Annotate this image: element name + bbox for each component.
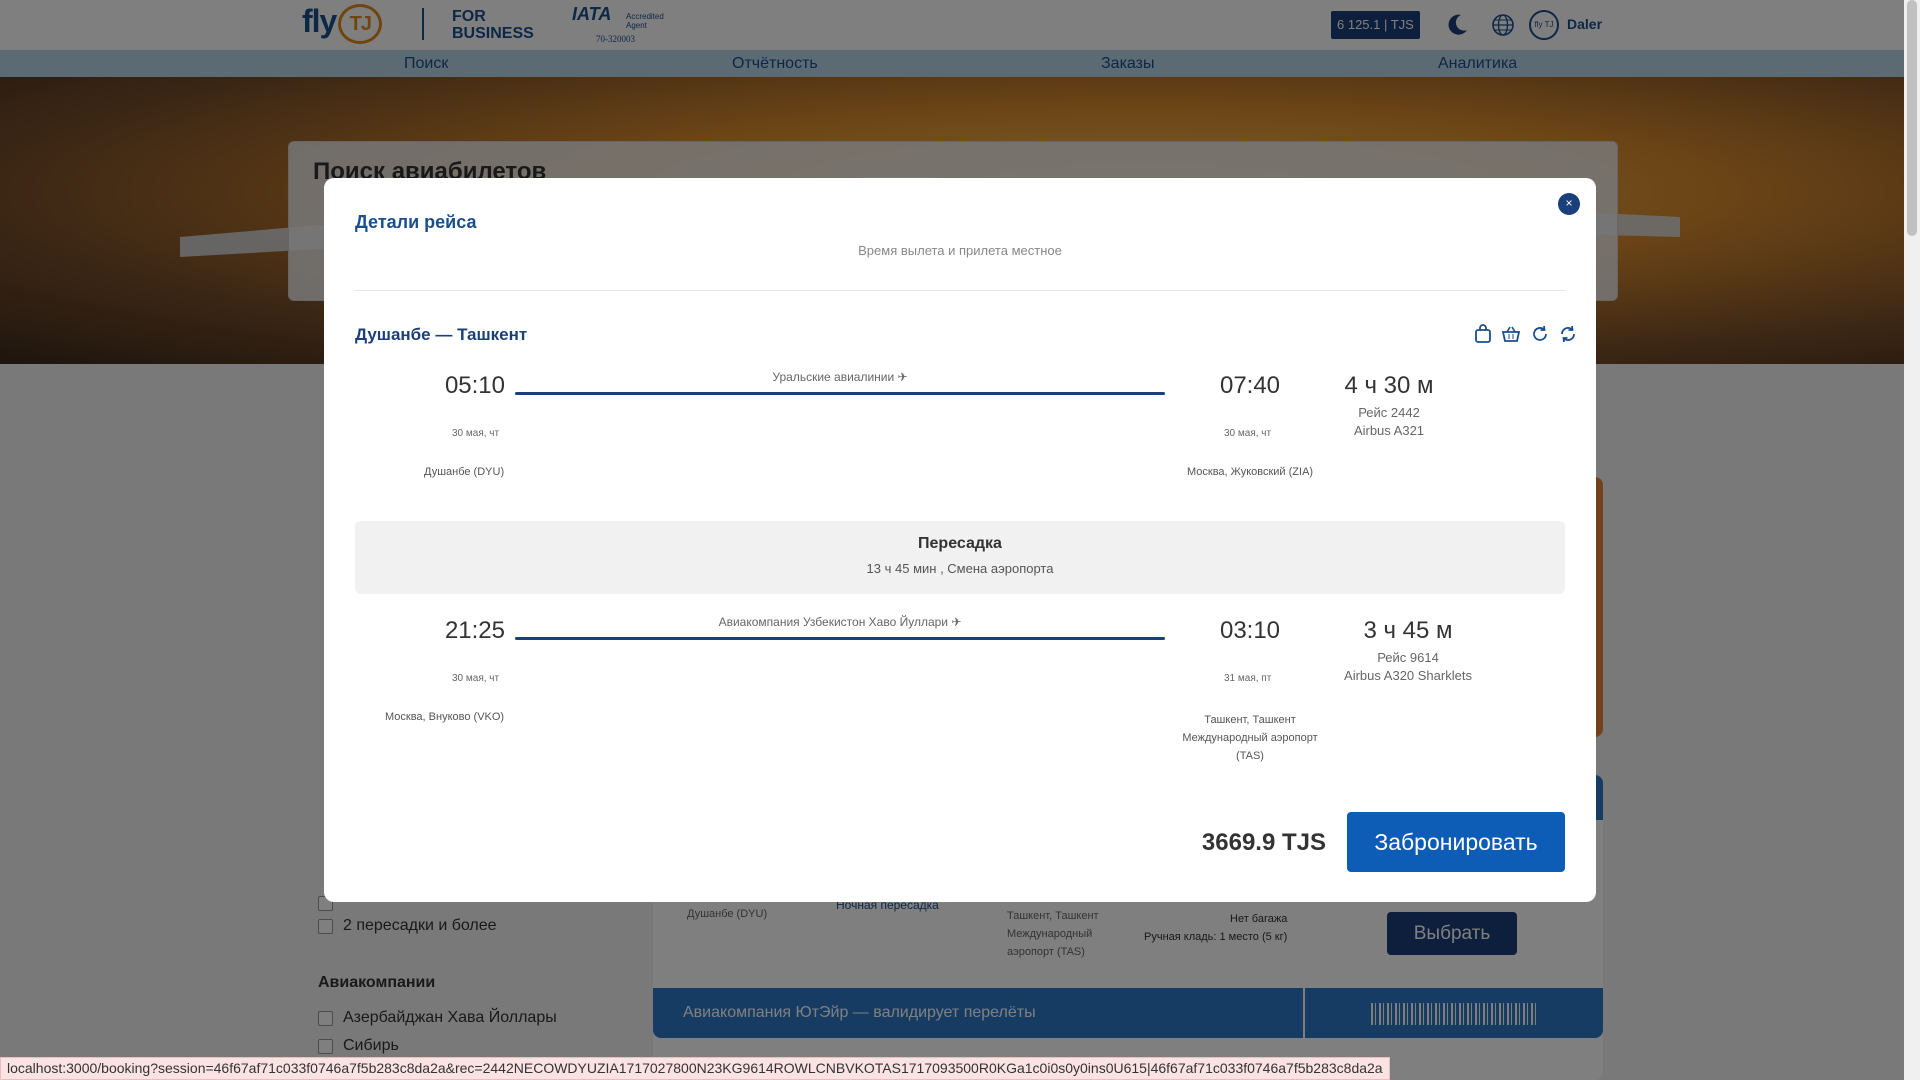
seg2-arr-airport: Ташкент, Ташкент Международный аэропорт … <box>1170 711 1330 765</box>
close-icon[interactable]: × <box>1558 193 1580 215</box>
transfer-details: 13 ч 45 мин , Смена аэропорта <box>866 561 1054 576</box>
seg2-arr-date: 31 мая, пт <box>1224 673 1272 684</box>
total-price: 3669.9 TJS <box>1201 829 1326 856</box>
seg1-dep-airport: Душанбе (DYU) <box>424 466 505 478</box>
seg1-flight-info: Рейс 2442 Airbus A321 <box>1299 404 1479 440</box>
seg2-arr-airport-line1: Ташкент, Ташкент <box>1204 714 1296 726</box>
seg1-airline: Уральские авиалинии ✈ <box>515 370 1165 384</box>
seg1-arr-airport: Москва, Жуковский (ZIA) <box>1187 466 1314 478</box>
bag-icon <box>1475 324 1491 343</box>
transfer-box: Пересадка 13 ч 45 мин , Смена аэропорта <box>355 521 1565 594</box>
seg1-airline-name: Уральские авиалинии <box>772 370 895 384</box>
seg2-flight-number: Рейс 9614 <box>1377 650 1439 665</box>
status-bar-url: localhost:3000/booking?session=46f67af71… <box>0 1057 1390 1080</box>
seg2-dep-date: 30 мая, чт <box>452 673 500 684</box>
modal-title: Детали рейса <box>355 212 477 232</box>
divider <box>355 290 1565 291</box>
seg1-arr-date: 30 мая, чт <box>1224 428 1272 439</box>
refresh-icon <box>1533 325 1547 341</box>
seg2-arr-time: 03:10 <box>1219 617 1281 644</box>
seg2-duration: 3 ч 45 м <box>1363 617 1453 644</box>
seg1-dep-time: 05:10 <box>444 372 505 399</box>
seg2-dep-time: 21:25 <box>444 617 505 644</box>
exchange-icon <box>1561 325 1576 343</box>
seg1-arr-time: 07:40 <box>1219 372 1281 399</box>
seg1-aircraft: Airbus A321 <box>1353 423 1425 438</box>
book-button[interactable]: Забронировать <box>1347 812 1565 872</box>
plane-icon: ✈ <box>897 370 908 384</box>
route-icons <box>1473 324 1578 346</box>
seg1-line <box>515 392 1165 395</box>
seg1-duration: 4 ч 30 м <box>1344 372 1434 399</box>
transfer-title: Пересадка <box>918 535 1002 552</box>
route-title: Душанбе — Ташкент <box>355 325 528 344</box>
seg2-airline: Авиакомпания Узбекистон Хаво Йуллари ✈ <box>515 615 1165 629</box>
seg1-flight-number: Рейс 2442 <box>1358 405 1420 420</box>
seg1-dep-date: 30 мая, чт <box>452 428 500 439</box>
basket-icon <box>1502 326 1521 342</box>
scrollbar-thumb[interactable] <box>1907 0 1917 236</box>
seg2-airline-name: Авиакомпания Узбекистон Хаво Йуллари <box>718 615 948 629</box>
seg2-line <box>515 637 1165 640</box>
seg2-arr-airport-line3: (TAS) <box>1236 750 1264 762</box>
seg2-dep-airport: Москва, Внуково (VKO) <box>385 711 505 723</box>
seg2-flight-info: Рейс 9614 Airbus A320 Sharklets <box>1318 649 1498 685</box>
modal-note: Время вылета и прилета местное <box>858 243 1062 258</box>
seg2-arr-airport-line2: Международный аэропорт <box>1182 732 1318 744</box>
seg2-aircraft: Airbus A320 Sharklets <box>1344 668 1472 683</box>
plane-icon: ✈ <box>951 615 962 629</box>
